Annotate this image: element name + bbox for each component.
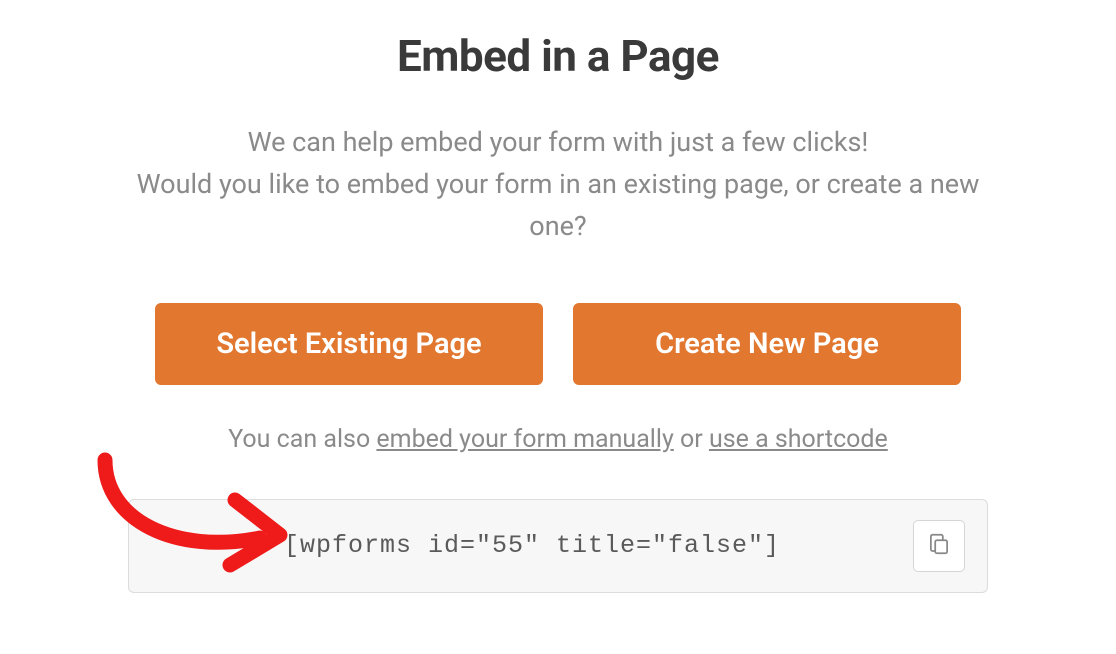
subtitle-line-2: Would you like to embed your form in an …	[137, 168, 980, 242]
helper-prefix: You can also	[228, 425, 376, 454]
copy-shortcode-button[interactable]	[913, 520, 965, 572]
button-row: Select Existing Page Create New Page	[108, 303, 1008, 385]
use-shortcode-link[interactable]: use a shortcode	[709, 425, 888, 454]
helper-middle: or	[674, 425, 709, 454]
page-title: Embed in a Page	[108, 30, 1008, 82]
shortcode-box: [wpforms id="55" title="false"]	[128, 499, 988, 593]
subtitle: We can help embed your form with just a …	[108, 122, 1008, 248]
embed-manually-link[interactable]: embed your form manually	[376, 425, 673, 454]
embed-dialog: Embed in a Page We can help embed your f…	[68, 30, 1048, 593]
create-new-page-button[interactable]: Create New Page	[573, 303, 961, 385]
copy-icon	[926, 531, 952, 560]
subtitle-line-1: We can help embed your form with just a …	[248, 126, 869, 158]
helper-text: You can also embed your form manually or…	[108, 425, 1008, 454]
select-existing-page-button[interactable]: Select Existing Page	[155, 303, 543, 385]
shortcode-value: [wpforms id="55" title="false"]	[151, 531, 913, 560]
